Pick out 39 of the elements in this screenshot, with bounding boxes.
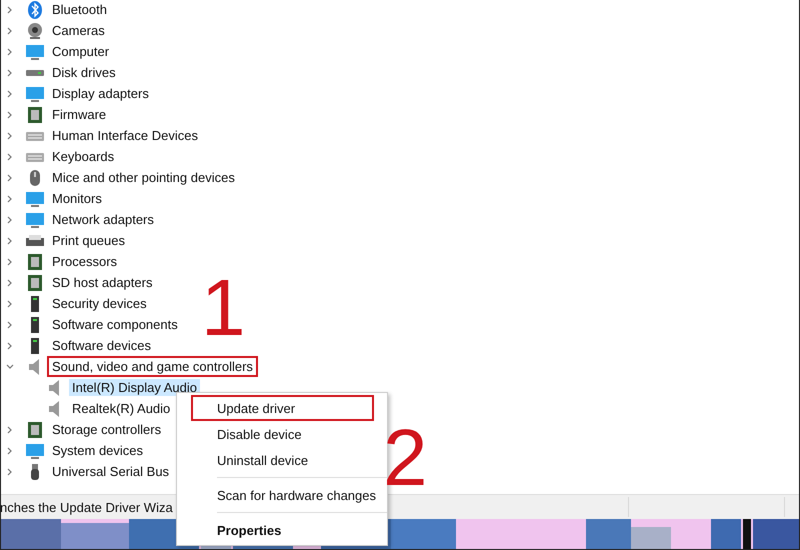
tree-item[interactable]: Disk drives bbox=[49, 64, 119, 81]
tree-item[interactable]: Sound, video and game controllers bbox=[49, 358, 256, 375]
menu-item[interactable]: Properties bbox=[177, 517, 387, 543]
chip-icon bbox=[25, 106, 45, 124]
drive-icon bbox=[25, 68, 45, 76]
tree-item[interactable]: Software devices bbox=[49, 337, 154, 354]
tree-item[interactable]: Computer bbox=[49, 43, 112, 60]
chip-icon bbox=[25, 274, 45, 292]
tree-item[interactable]: System devices bbox=[49, 442, 146, 459]
menu-item[interactable]: Update driver bbox=[191, 395, 374, 421]
tree-item[interactable]: Display adapters bbox=[49, 85, 152, 102]
tree-item[interactable]: Realtek(R) Audio bbox=[69, 400, 174, 417]
monitor-icon bbox=[25, 42, 45, 60]
chip-icon bbox=[25, 252, 45, 270]
tree-item[interactable]: Cameras bbox=[49, 22, 108, 39]
monitor-icon bbox=[25, 84, 45, 102]
tree-item[interactable]: Human Interface Devices bbox=[49, 127, 201, 144]
tree-item[interactable]: Monitors bbox=[49, 190, 105, 207]
collapse-chevron-icon[interactable] bbox=[5, 362, 15, 372]
monitor-icon bbox=[25, 190, 45, 208]
tree-item[interactable]: Bluetooth bbox=[49, 1, 110, 18]
tree-item[interactable]: Universal Serial Bus bbox=[49, 463, 172, 480]
tree-item[interactable]: Print queues bbox=[49, 232, 128, 249]
tree-item[interactable]: Network adapters bbox=[49, 211, 157, 228]
camera-icon bbox=[25, 22, 45, 40]
chip-icon bbox=[25, 420, 45, 438]
tree-item[interactable]: Mice and other pointing devices bbox=[49, 169, 238, 186]
monitor-icon bbox=[25, 442, 45, 460]
tree-item[interactable]: Keyboards bbox=[49, 148, 118, 165]
tree-item[interactable]: Security devices bbox=[49, 295, 150, 312]
step-number: 1 bbox=[201, 268, 246, 348]
tree-item[interactable]: Software components bbox=[49, 316, 181, 333]
tree-item[interactable]: Processors bbox=[49, 253, 120, 270]
tree-item[interactable]: Storage controllers bbox=[49, 421, 164, 438]
status-text: nches the Update Driver Wiza bbox=[1, 500, 173, 514]
monitor-icon bbox=[25, 210, 45, 228]
tree-item[interactable]: Firmware bbox=[49, 106, 110, 123]
tree-item[interactable]: Intel(R) Display Audio bbox=[69, 379, 200, 396]
tree-item[interactable]: SD host adapters bbox=[49, 274, 156, 291]
